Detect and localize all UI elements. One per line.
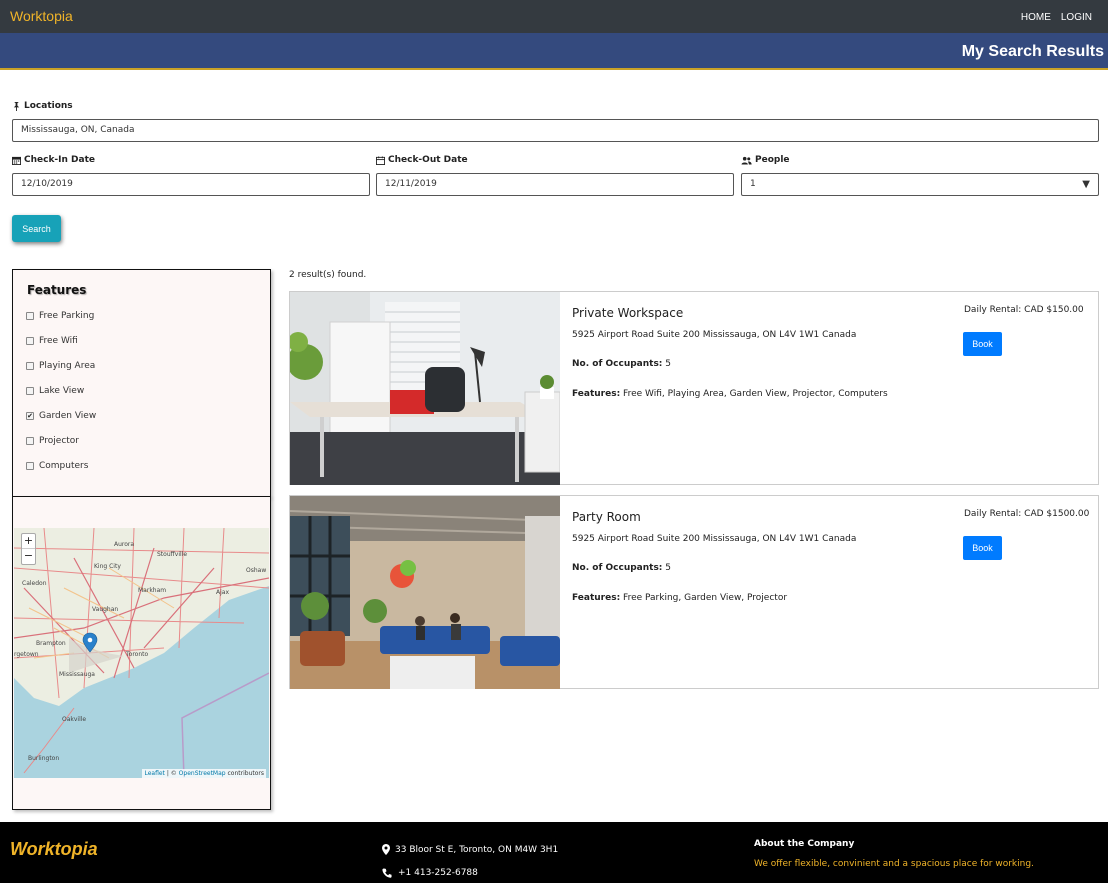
location-map[interactable]: Aurora Stouffville King City Oshaw Caled… (14, 528, 269, 778)
listing-title[interactable]: Private Workspace (572, 306, 683, 320)
people-label: People (741, 155, 790, 165)
map-label-king-city: King City (94, 563, 121, 570)
map-label-georgetown: rgetown (14, 651, 39, 658)
map-label-stouffville: Stouffville (157, 551, 187, 558)
checkbox[interactable] (26, 462, 34, 470)
page-title: My Search Results (961, 43, 1104, 60)
map-tiles: Aurora Stouffville King City Oshaw Caled… (14, 528, 269, 778)
map-marker-icon (382, 844, 390, 855)
map-attribution: Leaflet | © OpenStreetMap contributors (142, 769, 266, 778)
listing-title[interactable]: Party Room (572, 510, 641, 524)
book-button[interactable]: Book (963, 536, 1002, 560)
book-button[interactable]: Book (963, 332, 1002, 356)
map-zoom-control: + − (21, 533, 36, 565)
features-filter-panel: Features Free Parking Free Wifi Playing … (12, 269, 271, 497)
calendar-outline-icon (376, 155, 385, 165)
zoom-in-button[interactable]: + (22, 534, 35, 549)
map-label-oshawa: Oshaw (246, 567, 266, 574)
checkbox[interactable] (26, 387, 34, 395)
checkbox[interactable] (26, 337, 34, 345)
feature-garden-view[interactable]: ✔ Garden View (26, 411, 96, 421)
map-label-mississauga: Mississauga (59, 671, 95, 678)
nav-links: HOME LOGIN (1021, 12, 1092, 23)
map-label-burlington: Burlington (28, 755, 59, 762)
map-label-ajax: Ajax (216, 589, 229, 596)
footer-address: 33 Bloor St E, Toronto, ON M4W 3H1 (382, 844, 558, 855)
nav-home-link[interactable]: HOME (1021, 12, 1051, 23)
listing-address: 5925 Airport Road Suite 200 Mississauga,… (572, 330, 857, 340)
top-navbar: Worktopia HOME LOGIN (0, 0, 1108, 33)
listing-address: 5925 Airport Road Suite 200 Mississauga,… (572, 534, 857, 544)
listing-features: Features: Free Parking, Garden View, Pro… (572, 593, 788, 603)
listing-occupants: No. of Occupants: 5 (572, 563, 672, 573)
feature-computers[interactable]: Computers (26, 461, 88, 471)
result-card: Party Room 5925 Airport Road Suite 200 M… (289, 495, 1099, 689)
feature-free-wifi[interactable]: Free Wifi (26, 336, 78, 346)
locations-label: Locations (12, 101, 73, 111)
feature-free-parking[interactable]: Free Parking (26, 311, 94, 321)
map-panel: Aurora Stouffville King City Oshaw Caled… (12, 496, 271, 810)
brand-logo[interactable]: Worktopia (10, 8, 73, 24)
footer-phone: +1 413-252-6788 (382, 868, 478, 878)
checkbox[interactable] (26, 312, 34, 320)
listing-occupants: No. of Occupants: 5 (572, 359, 672, 369)
map-label-markham: Markham (138, 587, 166, 594)
checkout-date-input[interactable]: 12/11/2019 (376, 173, 734, 196)
caret-down-icon: ▼ (1082, 179, 1090, 190)
features-title: Features (27, 283, 87, 297)
location-input[interactable]: Mississauga, ON, Canada (12, 119, 1099, 142)
map-label-vaughan: Vaughan (92, 606, 118, 613)
feature-projector[interactable]: Projector (26, 436, 79, 446)
footer-brand: Worktopia (10, 839, 98, 859)
leaflet-link[interactable]: Leaflet (144, 770, 164, 777)
people-select-value: 1 (750, 179, 756, 189)
map-label-brampton: Brampton (36, 640, 66, 647)
map-label-oakville: Oakville (62, 716, 86, 723)
footer: Worktopia 33 Bloor St E, Toronto, ON M4W… (0, 822, 1108, 883)
checkbox[interactable] (26, 362, 34, 370)
phone-icon (382, 868, 392, 878)
people-select[interactable]: 1 ▼ (741, 173, 1099, 196)
result-card: Private Workspace 5925 Airport Road Suit… (289, 291, 1099, 485)
osm-link[interactable]: OpenStreetMap (179, 770, 226, 777)
users-icon (741, 156, 752, 165)
listing-features: Features: Free Wifi, Playing Area, Garde… (572, 389, 888, 399)
map-label-aurora: Aurora (114, 541, 134, 548)
checkin-date-input[interactable]: 12/10/2019 (12, 173, 370, 196)
calendar-icon (12, 156, 21, 165)
checkout-label: Check-Out Date (376, 155, 468, 165)
listing-price: Daily Rental: CAD $150.00 (964, 305, 1084, 315)
checkin-label: Check-In Date (12, 155, 95, 165)
footer-about-text: We offer flexible, convinient and a spac… (754, 859, 1034, 869)
workspace-photo (290, 292, 560, 485)
map-label-caledon: Caledon (22, 580, 47, 587)
checkbox[interactable] (26, 437, 34, 445)
page-banner: My Search Results (0, 33, 1108, 70)
checkbox-checked[interactable]: ✔ (26, 412, 34, 420)
feature-playing-area[interactable]: Playing Area (26, 361, 95, 371)
party-room-photo (290, 496, 560, 689)
result-count: 2 result(s) found. (289, 270, 367, 280)
feature-lake-view[interactable]: Lake View (26, 386, 84, 396)
pin-icon (13, 101, 20, 111)
footer-about-title: About the Company (754, 839, 855, 849)
nav-login-link[interactable]: LOGIN (1061, 12, 1092, 23)
map-label-toronto: Toronto (125, 651, 148, 658)
listing-price: Daily Rental: CAD $1500.00 (964, 509, 1090, 519)
zoom-out-button[interactable]: − (22, 549, 35, 564)
search-button[interactable]: Search (12, 215, 61, 242)
